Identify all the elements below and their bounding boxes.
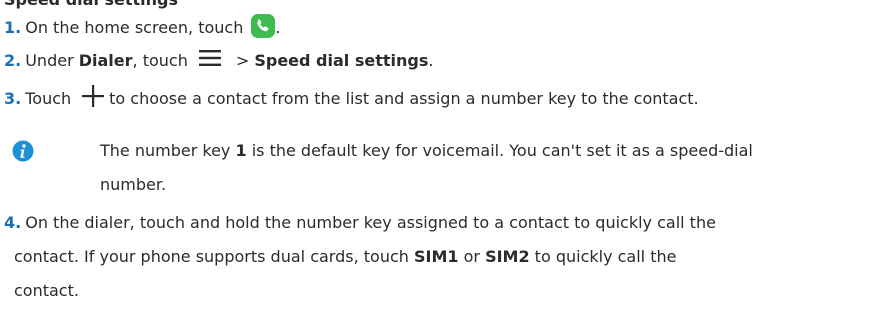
speed-dial-settings-label: Speed dial settings [254, 51, 429, 70]
section-heading: Speed dial settings [4, 0, 178, 11]
note-line-2: number. [100, 175, 167, 194]
step-text: , touch [132, 51, 188, 70]
note-line-1: The number key 1 is the default key for … [100, 140, 753, 162]
step-text: contact. If your phone supports dual car… [14, 247, 414, 266]
step-text: to quickly call the [529, 247, 677, 266]
step-trail: . [275, 18, 281, 37]
step-text: or [458, 247, 486, 266]
note-text: The number key [100, 141, 236, 160]
dialer-label: Dialer [78, 51, 133, 70]
step-number: 4. [4, 213, 22, 232]
step-number: 2. [4, 51, 22, 70]
info-icon [12, 140, 34, 162]
step-number: 3. [4, 89, 22, 108]
step-3: 3. Touch to choose a contact from the list… [4, 84, 699, 110]
note-key: 1 [235, 141, 247, 160]
note-text: is the default key for voicemail. You ca… [246, 141, 753, 160]
step-1: 1. On the home screen, touch. [4, 14, 280, 39]
step-text: Touch [25, 89, 72, 108]
step-text: On the home screen, touch [25, 18, 244, 37]
step-4-line-2: contact. If your phone supports dual car… [14, 246, 676, 268]
sim2-label: SIM2 [485, 247, 530, 266]
step-text: to choose a contact from the list and as… [109, 89, 699, 108]
step-trail: . [428, 51, 434, 70]
plus-icon [81, 84, 105, 108]
step-4-line-1: 4. On the dialer, touch and hold the numb… [4, 212, 716, 234]
step-number: 1. [4, 18, 22, 37]
step-text: On the dialer, touch and hold the number… [25, 213, 716, 232]
step-2: 2. Under Dialer, touch > Speed dial settin… [4, 49, 433, 72]
menu-icon [198, 49, 222, 67]
separator: > [235, 51, 255, 70]
phone-icon [251, 14, 276, 38]
step-text: Under [25, 51, 79, 70]
sim1-label: SIM1 [413, 247, 459, 266]
step-4-line-3: contact. [14, 281, 79, 300]
